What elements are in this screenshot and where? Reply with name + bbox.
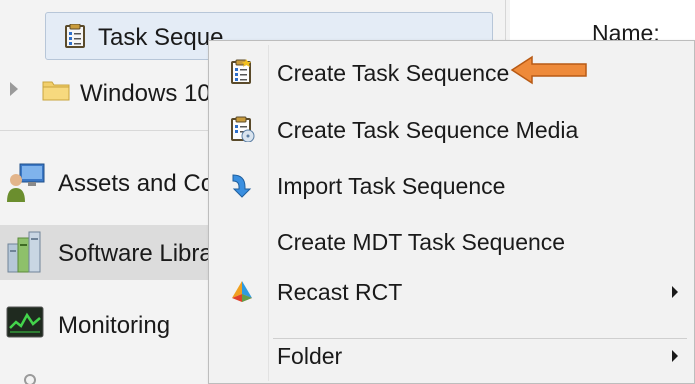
submenu-arrow-icon bbox=[672, 350, 678, 362]
menu-item-create-task-sequence-label: Create Task Sequence bbox=[277, 60, 510, 86]
task-sequence-icon bbox=[64, 23, 86, 53]
wunderbar-item-assets-label: Assets and Co bbox=[58, 170, 215, 197]
tree-item-windows-folder-label[interactable]: Windows 10 bbox=[80, 80, 211, 108]
task-sequence-media-icon bbox=[229, 116, 255, 143]
annotation-arrow-icon bbox=[510, 55, 590, 90]
software-library-icon bbox=[6, 230, 46, 279]
menu-item-import-task-sequence[interactable]: Import Task Sequence bbox=[213, 161, 690, 211]
recast-rct-icon bbox=[229, 278, 255, 304]
assets-icon bbox=[6, 162, 46, 209]
menu-item-folder-label: Folder bbox=[277, 343, 343, 369]
administration-icon bbox=[22, 370, 38, 384]
submenu-arrow-icon bbox=[672, 286, 678, 298]
context-menu: Create Task Sequence Create Task Sequenc… bbox=[208, 40, 695, 384]
tree-item-task-sequences-label: Task Seque bbox=[98, 24, 224, 51]
menu-item-create-task-sequence-media-label: Create Task Sequence Media bbox=[277, 117, 579, 143]
menu-item-create-mdt-task-sequence-label: Create MDT Task Sequence bbox=[277, 229, 566, 255]
menu-item-import-task-sequence-label: Import Task Sequence bbox=[277, 173, 506, 199]
task-sequence-icon bbox=[229, 59, 255, 85]
menu-item-recast-rct[interactable]: Recast RCT bbox=[213, 267, 690, 317]
menu-item-folder[interactable]: Folder bbox=[213, 331, 690, 381]
import-arrow-icon bbox=[229, 172, 255, 198]
menu-item-create-mdt-task-sequence[interactable]: Create MDT Task Sequence bbox=[213, 217, 690, 267]
console-window: Task Seque Windows 10 Assets and Co Soft… bbox=[0, 0, 695, 384]
wunderbar-item-monitoring-label: Monitoring bbox=[58, 312, 171, 339]
wunderbar-item-software-library-label: Software Libra bbox=[58, 240, 213, 267]
monitoring-icon bbox=[6, 306, 44, 347]
folder-icon bbox=[42, 78, 70, 107]
expand-arrow-icon[interactable] bbox=[10, 82, 18, 96]
menu-item-create-task-sequence[interactable]: Create Task Sequence bbox=[213, 48, 690, 98]
menu-item-recast-rct-label: Recast RCT bbox=[277, 279, 403, 305]
menu-item-create-task-sequence-media[interactable]: Create Task Sequence Media bbox=[213, 105, 690, 155]
